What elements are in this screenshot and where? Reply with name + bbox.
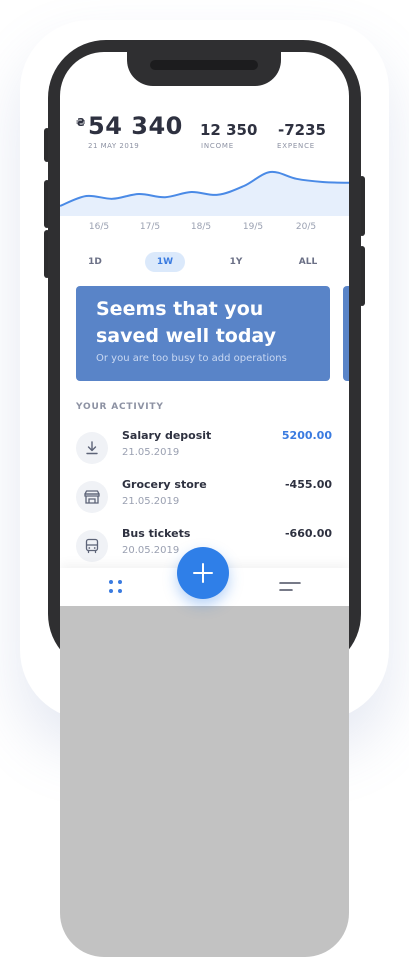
store-icon: [76, 481, 108, 513]
income-label: INCOME: [201, 142, 234, 150]
x-tick-label: 16/5: [88, 222, 110, 232]
expense-value: -7235: [278, 121, 326, 139]
phone-lower-placeholder: [60, 606, 349, 957]
banner-subtitle: Or you are too busy to add operations: [96, 353, 287, 364]
activity-date: 21.05.2019: [122, 496, 180, 507]
next-banner-peek[interactable]: [343, 286, 349, 381]
expense-label: EXPENCE: [277, 142, 316, 150]
plus-icon: [193, 563, 213, 583]
balance-date: 21 MAY 2019: [88, 142, 140, 150]
x-tick-label: 19/5: [242, 222, 264, 232]
range-1w[interactable]: 1W: [145, 252, 185, 272]
savings-banner[interactable]: Seems that you saved well today Or you a…: [76, 286, 330, 381]
activity-amount: -455.00: [284, 478, 332, 491]
menu-lines-icon[interactable]: [279, 581, 301, 593]
x-tick-label: 20/5: [295, 222, 317, 232]
range-1y[interactable]: 1Y: [216, 252, 256, 272]
activity-date: 21.05.2019: [122, 447, 180, 458]
currency-symbol: ₴: [76, 116, 86, 129]
download-icon: [76, 432, 108, 464]
activity-name: Bus tickets: [122, 527, 191, 540]
x-tick-label: 18/5: [190, 222, 212, 232]
range-1d[interactable]: 1D: [75, 252, 115, 272]
activity-amount: -660.00: [284, 527, 332, 540]
activity-name: Grocery store: [122, 478, 207, 491]
activity-date: 20.05.2019: [122, 545, 180, 556]
balance-amount: 54 340: [88, 112, 183, 140]
banner-title: Seems that you saved well today: [96, 298, 277, 347]
app-screen: ₴ 54 340 21 MAY 2019 12 350 INCOME -7235…: [60, 52, 349, 606]
activity-heading: YOUR ACTIVITY: [76, 402, 164, 412]
add-operation-button[interactable]: [177, 547, 229, 599]
range-all[interactable]: ALL: [288, 252, 328, 272]
dashboard-dots-icon[interactable]: [109, 580, 123, 594]
activity-row-grocery[interactable]: Grocery store 21.05.2019 -455.00: [76, 477, 332, 517]
activity-row-salary[interactable]: Salary deposit 21.05.2019 5200.00: [76, 428, 332, 468]
activity-amount: 5200.00: [281, 429, 332, 442]
bus-icon: [76, 530, 108, 562]
phone-speaker: [150, 60, 258, 70]
x-tick-label: 17/5: [139, 222, 161, 232]
activity-name: Salary deposit: [122, 429, 212, 442]
balance-chart: [60, 170, 349, 216]
income-value: 12 350: [200, 121, 258, 139]
